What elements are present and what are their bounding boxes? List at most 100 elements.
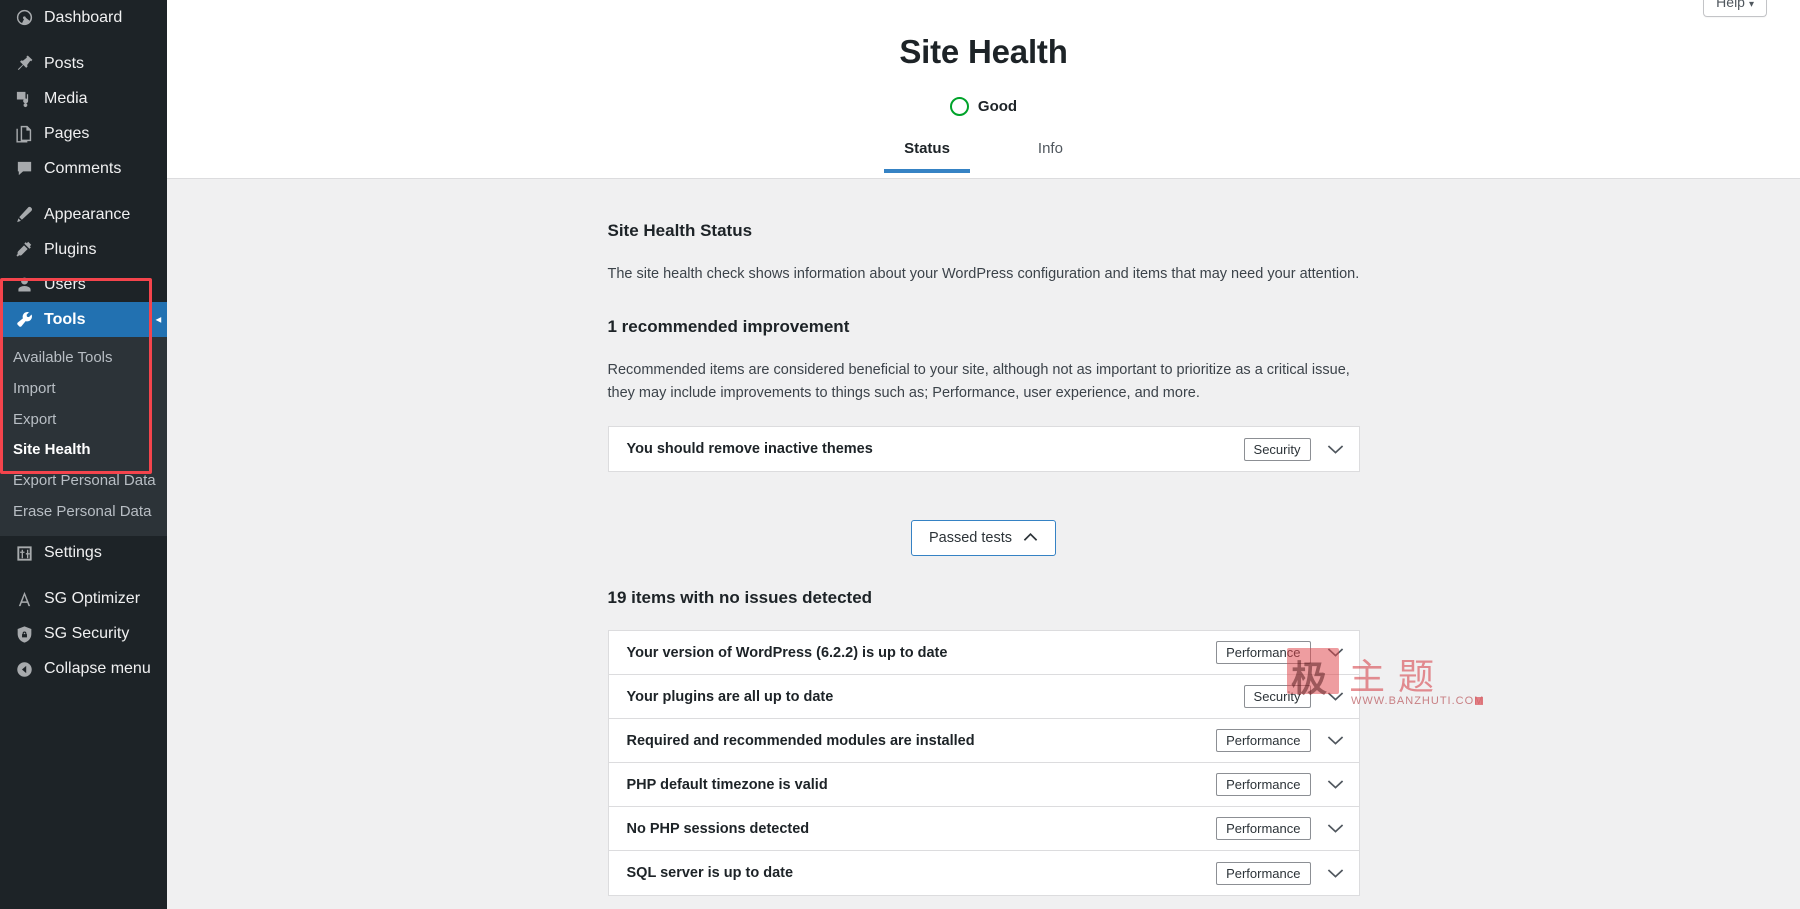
sidebar-item-label: Collapse menu bbox=[44, 661, 151, 677]
sidebar-item-settings[interactable]: Settings bbox=[0, 536, 167, 571]
recommended-text: Recommended items are considered benefic… bbox=[608, 359, 1360, 404]
accordion-row[interactable]: SQL server is up to datePerformance bbox=[609, 851, 1359, 895]
users-icon bbox=[13, 274, 35, 296]
sidebar-item-media[interactable]: Media bbox=[0, 81, 167, 116]
status-badge: Performance bbox=[1216, 817, 1310, 840]
comments-icon bbox=[13, 158, 35, 180]
chevron-down-icon[interactable] bbox=[1325, 686, 1347, 708]
sidebar-item-sg-optimizer[interactable]: SG Optimizer bbox=[0, 582, 167, 617]
pin-icon bbox=[13, 53, 35, 75]
sidebar-item-label: Plugins bbox=[44, 242, 96, 258]
sidebar-subitem-export[interactable]: Export bbox=[0, 405, 167, 436]
passed-accordion: Your version of WordPress (6.2.2) is up … bbox=[608, 630, 1360, 896]
sidebar-item-comments[interactable]: Comments bbox=[0, 151, 167, 186]
collapse-icon bbox=[13, 658, 35, 680]
sidebar-item-label: Comments bbox=[44, 161, 121, 177]
sidebar-item-label: SG Optimizer bbox=[44, 591, 140, 607]
sidebar-subitem-available-tools[interactable]: Available Tools bbox=[0, 343, 167, 374]
sidebar-item-tools[interactable]: Tools ◂ bbox=[0, 302, 167, 337]
chevron-down-icon[interactable] bbox=[1325, 818, 1347, 840]
sg-security-icon bbox=[13, 623, 35, 645]
sidebar-item-label: Posts bbox=[44, 56, 84, 72]
sidebar-item-posts[interactable]: Posts bbox=[0, 46, 167, 81]
sidebar-subitem-import[interactable]: Import bbox=[0, 374, 167, 405]
status-label: Good bbox=[978, 98, 1017, 115]
sidebar-item-dashboard[interactable]: Dashboard bbox=[0, 0, 167, 35]
status-badge: Security bbox=[1244, 685, 1311, 708]
status-badge: Security bbox=[1244, 438, 1311, 461]
media-icon bbox=[13, 88, 35, 110]
sidebar-item-tools-label: Tools bbox=[44, 312, 85, 328]
chevron-down-icon[interactable] bbox=[1325, 774, 1347, 796]
chevron-down-icon[interactable] bbox=[1325, 862, 1347, 884]
accordion-row-title: You should remove inactive themes bbox=[627, 441, 1244, 457]
chevron-down-icon[interactable] bbox=[1325, 438, 1347, 460]
settings-icon bbox=[13, 542, 35, 564]
passed-tests-button[interactable]: Passed tests bbox=[911, 520, 1056, 556]
accordion-row[interactable]: PHP default timezone is validPerformance bbox=[609, 763, 1359, 807]
chevron-down-icon: ▾ bbox=[1749, 0, 1754, 10]
pages-icon bbox=[13, 123, 35, 145]
tools-icon bbox=[13, 309, 35, 331]
sidebar-item-collapse-menu[interactable]: Collapse menu bbox=[0, 652, 167, 687]
accordion-row[interactable]: Required and recommended modules are ins… bbox=[609, 719, 1359, 763]
sidebar-item-label: Appearance bbox=[44, 207, 130, 223]
sidebar-subitem-erase-personal-data[interactable]: Erase Personal Data bbox=[0, 497, 167, 528]
site-health-body: Site Health Status The site health check… bbox=[167, 221, 1800, 896]
sidebar-subitem-site-health[interactable]: Site Health bbox=[0, 435, 167, 466]
recommended-accordion: You should remove inactive themesSecurit… bbox=[608, 426, 1360, 472]
passed-tests-toggle-wrap: Passed tests bbox=[608, 520, 1360, 556]
sidebar-item-label: Users bbox=[44, 277, 86, 293]
chevron-up-icon bbox=[1023, 530, 1038, 546]
sidebar-item-appearance[interactable]: Appearance bbox=[0, 197, 167, 232]
status-badge: Performance bbox=[1216, 862, 1310, 885]
help-button[interactable]: Help ▾ bbox=[1703, 0, 1767, 17]
tab-info[interactable]: Info bbox=[1018, 136, 1083, 173]
site-health-header: Help ▾ Site Health Good Status Info bbox=[167, 0, 1800, 179]
tab-status[interactable]: Status bbox=[884, 136, 970, 173]
sidebar-item-plugins[interactable]: Plugins bbox=[0, 232, 167, 267]
health-status-indicator: Good bbox=[167, 97, 1800, 116]
accordion-row-title: PHP default timezone is valid bbox=[627, 777, 1217, 793]
accordion-row-title: Your plugins are all up to date bbox=[627, 689, 1244, 705]
status-badge: Performance bbox=[1216, 729, 1310, 752]
accordion-row[interactable]: Your version of WordPress (6.2.2) is up … bbox=[609, 631, 1359, 675]
accordion-row-title: SQL server is up to date bbox=[627, 865, 1217, 881]
help-button-label: Help bbox=[1716, 0, 1745, 10]
passed-tests-label: Passed tests bbox=[929, 530, 1012, 546]
accordion-row[interactable]: You should remove inactive themesSecurit… bbox=[609, 427, 1359, 471]
passed-heading: 19 items with no issues detected bbox=[608, 588, 1360, 608]
sidebar-item-label: SG Security bbox=[44, 626, 129, 642]
sidebar-separator bbox=[0, 571, 167, 582]
sidebar-item-label: Dashboard bbox=[44, 10, 122, 26]
sidebar-subitem-export-personal-data[interactable]: Export Personal Data bbox=[0, 466, 167, 497]
sidebar-item-pages[interactable]: Pages bbox=[0, 116, 167, 151]
plugins-icon bbox=[13, 239, 35, 261]
appearance-icon bbox=[13, 204, 35, 226]
status-ring-icon bbox=[950, 97, 969, 116]
main-content: Help ▾ Site Health Good Status Info Site H… bbox=[167, 0, 1800, 909]
status-badge: Performance bbox=[1216, 641, 1310, 664]
sidebar-tools-submenu: Available ToolsImportExportSite HealthEx… bbox=[0, 337, 167, 536]
accordion-row-title: Your version of WordPress (6.2.2) is up … bbox=[627, 645, 1217, 661]
sidebar-item-users[interactable]: Users bbox=[0, 267, 167, 302]
accordion-row[interactable]: No PHP sessions detectedPerformance bbox=[609, 807, 1359, 851]
page-title: Site Health bbox=[167, 0, 1800, 71]
chevron-down-icon[interactable] bbox=[1325, 730, 1347, 752]
status-badge: Performance bbox=[1216, 773, 1310, 796]
dashboard-icon bbox=[13, 7, 35, 29]
sidebar-item-label: Media bbox=[44, 91, 88, 107]
accordion-row[interactable]: Your plugins are all up to dateSecurity bbox=[609, 675, 1359, 719]
sidebar-separator bbox=[0, 35, 167, 46]
sidebar-primary-list: Dashboard Posts Media Pages Comments Appearan… bbox=[0, 0, 167, 302]
chevron-down-icon[interactable] bbox=[1325, 642, 1347, 664]
sidebar-item-tools-block: Tools ◂ Available ToolsImportExportSite … bbox=[0, 302, 167, 536]
recommended-heading: 1 recommended improvement bbox=[608, 317, 1360, 337]
health-tabs: Status Info bbox=[167, 136, 1800, 173]
accordion-row-title: No PHP sessions detected bbox=[627, 821, 1217, 837]
chevron-left-icon: ◂ bbox=[156, 314, 161, 325]
sidebar-item-label: Settings bbox=[44, 545, 102, 561]
accordion-row-title: Required and recommended modules are ins… bbox=[627, 733, 1217, 749]
sg-optimizer-icon bbox=[13, 588, 35, 610]
sidebar-item-sg-security[interactable]: SG Security bbox=[0, 617, 167, 652]
